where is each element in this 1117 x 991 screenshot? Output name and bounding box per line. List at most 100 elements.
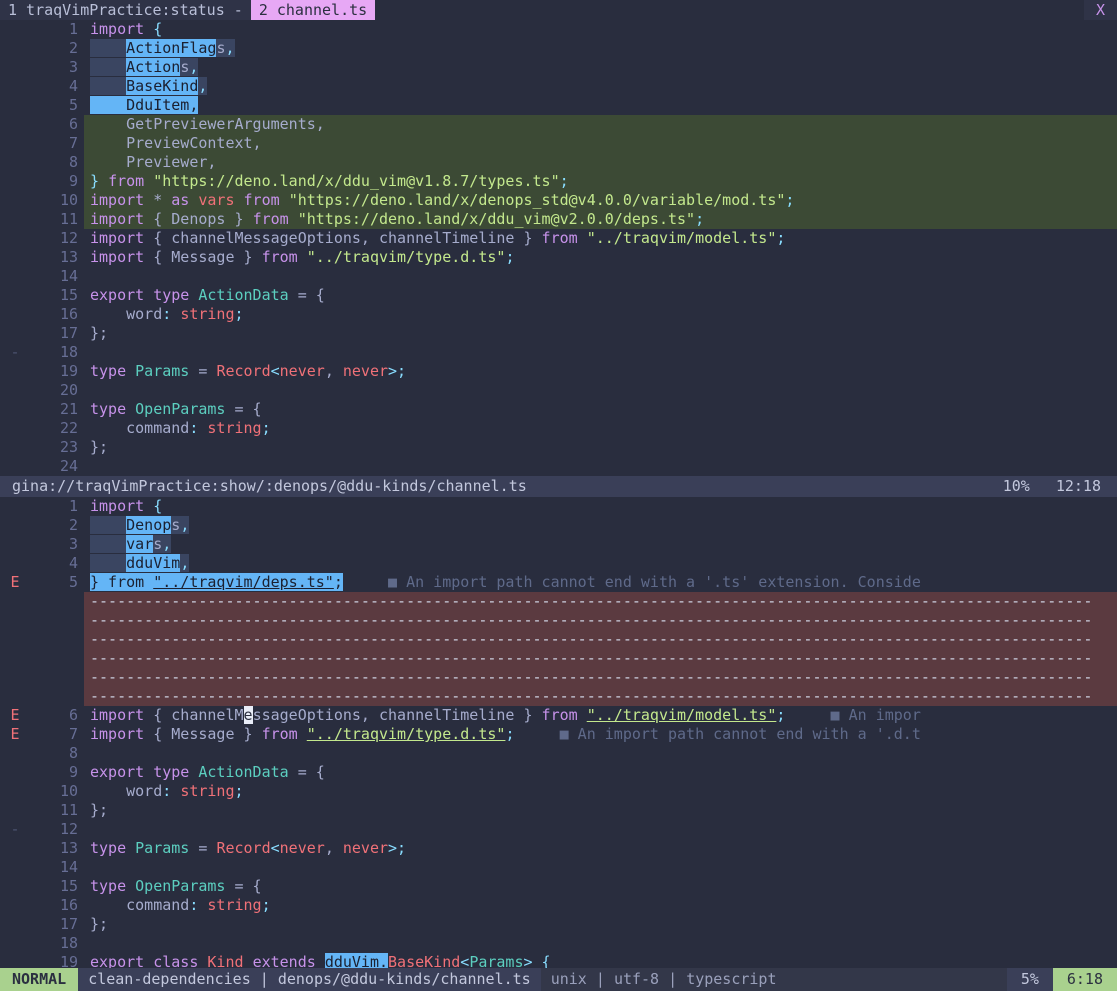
- diagnostic-filler-line[interactable]: ----------------------------------------…: [0, 687, 1117, 706]
- code-line[interactable]: 9} from "https://deno.land/x/ddu_vim@v1.…: [0, 172, 1117, 191]
- code-line[interactable]: 14: [0, 267, 1117, 286]
- code-content[interactable]: import * as vars from "https://deno.land…: [84, 191, 1117, 210]
- code-content[interactable]: };: [84, 915, 1117, 934]
- code-content[interactable]: export type ActionData = {: [84, 286, 1117, 305]
- code-content[interactable]: type Params = Record<never, never>;: [84, 362, 1117, 381]
- code-line[interactable]: 22 command: string;: [0, 419, 1117, 438]
- code-content[interactable]: [84, 343, 1117, 362]
- code-content[interactable]: import {: [84, 497, 1117, 516]
- code-line[interactable]: 17};: [0, 915, 1117, 934]
- code-line[interactable]: 6 GetPreviewerArguments,: [0, 115, 1117, 134]
- code-line[interactable]: 19 type Params = Record<never, never>;: [0, 362, 1117, 381]
- code-line[interactable]: 4 BaseKind,: [0, 77, 1117, 96]
- code-line[interactable]: 4 dduVim,: [0, 554, 1117, 573]
- code-content[interactable]: Actions,: [84, 58, 1117, 77]
- code-line[interactable]: 21 type OpenParams = {: [0, 400, 1117, 419]
- code-content[interactable]: DduItem,: [84, 96, 1117, 115]
- code-line[interactable]: 14: [0, 858, 1117, 877]
- code-content[interactable]: export type ActionData = {: [84, 763, 1117, 782]
- code-content[interactable]: command: string;: [84, 896, 1117, 915]
- code-token: :: [162, 782, 181, 800]
- code-content[interactable]: import {: [84, 20, 1117, 39]
- code-content[interactable]: type OpenParams = {: [84, 877, 1117, 896]
- code-content[interactable]: import { channelMessageOptions, channelT…: [84, 706, 1117, 725]
- tab-channel-ts[interactable]: 2 channel.ts: [250, 0, 376, 20]
- code-line[interactable]: 15 type OpenParams = {: [0, 877, 1117, 896]
- code-line[interactable]: 16 command: string;: [0, 896, 1117, 915]
- code-content[interactable]: word: string;: [84, 782, 1117, 801]
- code-content[interactable]: [84, 934, 1117, 953]
- code-line[interactable]: 24: [0, 457, 1117, 476]
- code-content[interactable]: [84, 381, 1117, 400]
- code-line[interactable]: -12: [0, 820, 1117, 839]
- diagnostic-filler-line[interactable]: ----------------------------------------…: [0, 592, 1117, 611]
- code-line[interactable]: 1 import {: [0, 497, 1117, 516]
- code-content[interactable]: ActionFlags,: [84, 39, 1117, 58]
- code-line[interactable]: 13 type Params = Record<never, never>;: [0, 839, 1117, 858]
- code-line[interactable]: 13 import { Message } from "../traqvim/ty…: [0, 248, 1117, 267]
- code-line[interactable]: 23};: [0, 438, 1117, 457]
- code-content[interactable]: };: [84, 801, 1117, 820]
- code-content[interactable]: };: [84, 438, 1117, 457]
- code-content[interactable]: [84, 858, 1117, 877]
- code-token: ,: [324, 839, 343, 857]
- code-content[interactable]: [84, 457, 1117, 476]
- code-content[interactable]: PreviewContext,: [84, 134, 1117, 153]
- diagnostic-filler-line[interactable]: ----------------------------------------…: [0, 649, 1117, 668]
- code-content[interactable]: BaseKind,: [84, 77, 1117, 96]
- diagnostic-filler-line[interactable]: ----------------------------------------…: [0, 630, 1117, 649]
- code-content[interactable]: import { channelMessageOptions, channelT…: [84, 229, 1117, 248]
- code-line[interactable]: 3 vars,: [0, 535, 1117, 554]
- status-branch[interactable]: clean-dependencies | denops/@ddu-kinds/c…: [78, 968, 541, 991]
- sign-column: [0, 286, 30, 305]
- code-line[interactable]: -18: [0, 343, 1117, 362]
- code-content[interactable]: [84, 267, 1117, 286]
- code-line[interactable]: E 6 import { channelMessageOptions, channe…: [0, 706, 1117, 725]
- code-content[interactable]: } from "../traqvim/deps.ts"; ■ An import…: [84, 573, 1117, 592]
- diagnostic-filler-line[interactable]: ----------------------------------------…: [0, 668, 1117, 687]
- code-line[interactable]: 11};: [0, 801, 1117, 820]
- code-content[interactable]: dduVim,: [84, 554, 1117, 573]
- tab-traqvimpractice-status[interactable]: 1 traqVimPractice:status -: [0, 0, 251, 20]
- code-line[interactable]: 20: [0, 381, 1117, 400]
- code-line[interactable]: E 7 import { Message } from "../traqvim/ty…: [0, 725, 1117, 744]
- code-line[interactable]: 18: [0, 934, 1117, 953]
- code-line[interactable]: 8 Previewer,: [0, 153, 1117, 172]
- code-content[interactable]: word: string;: [84, 305, 1117, 324]
- code-line[interactable]: 9 export type ActionData = {: [0, 763, 1117, 782]
- code-line[interactable]: 2 Denops,: [0, 516, 1117, 535]
- code-content[interactable]: type Params = Record<never, never>;: [84, 839, 1117, 858]
- code-line[interactable]: 10 word: string;: [0, 782, 1117, 801]
- code-content[interactable]: command: string;: [84, 419, 1117, 438]
- code-line[interactable]: 2 ActionFlags,: [0, 39, 1117, 58]
- close-icon[interactable]: X: [1083, 0, 1117, 20]
- code-content[interactable]: import { Message } from "../traqvim/type…: [84, 248, 1117, 267]
- code-content[interactable]: import { Denops } from "https://deno.lan…: [84, 210, 1117, 229]
- code-line[interactable]: 3 Actions,: [0, 58, 1117, 77]
- code-line[interactable]: 12 import { channelMessageOptions, channe…: [0, 229, 1117, 248]
- code-content[interactable]: Previewer,: [84, 153, 1117, 172]
- code-line[interactable]: 5 DduItem,: [0, 96, 1117, 115]
- code-line[interactable]: 16 word: string;: [0, 305, 1117, 324]
- code-line[interactable]: 1 import {: [0, 20, 1117, 39]
- code-content[interactable]: vars,: [84, 535, 1117, 554]
- code-content[interactable]: [84, 744, 1117, 763]
- code-content[interactable]: };: [84, 324, 1117, 343]
- diagnostic-filler-line[interactable]: ----------------------------------------…: [0, 611, 1117, 630]
- top-buffer[interactable]: 1 import {2 ActionFlags, 3 Actions, 4 BaseK…: [0, 20, 1117, 476]
- code-line[interactable]: 17};: [0, 324, 1117, 343]
- code-content[interactable]: type OpenParams = {: [84, 400, 1117, 419]
- code-content[interactable]: import { Message } from "../traqvim/type…: [84, 725, 1117, 744]
- code-content[interactable]: } from "https://deno.land/x/ddu_vim@v1.8…: [84, 172, 1117, 191]
- code-line[interactable]: 11 import { Denops } from "https://deno.l…: [0, 210, 1117, 229]
- code-content[interactable]: [84, 820, 1117, 839]
- code-content[interactable]: GetPreviewerArguments,: [84, 115, 1117, 134]
- code-line[interactable]: 8: [0, 744, 1117, 763]
- fold-marker-icon: -: [0, 343, 30, 362]
- code-content[interactable]: Denops,: [84, 516, 1117, 535]
- code-line[interactable]: 15 export type ActionData = {: [0, 286, 1117, 305]
- code-line[interactable]: 10 import * as vars from "https://deno.la…: [0, 191, 1117, 210]
- code-line[interactable]: E 5} from "../traqvim/deps.ts"; ■ An impo…: [0, 573, 1117, 592]
- bottom-buffer[interactable]: 1 import {2 Denops, 3 vars, 4 dduVim, E 5} fr…: [0, 497, 1117, 972]
- code-line[interactable]: 7 PreviewContext,: [0, 134, 1117, 153]
